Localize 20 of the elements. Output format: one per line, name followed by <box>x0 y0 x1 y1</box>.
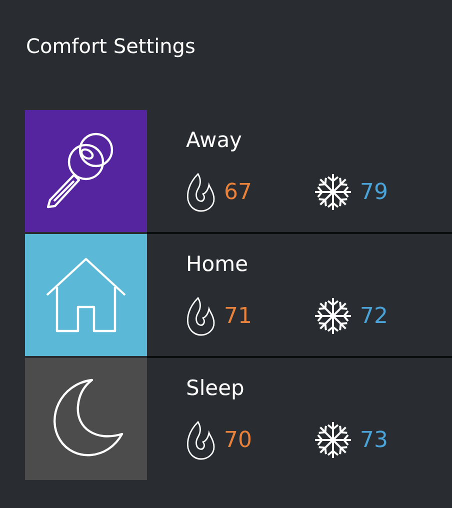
mode-tile[interactable] <box>25 110 147 232</box>
mode-name: Home <box>186 251 250 278</box>
mode-name: Sleep <box>186 375 246 402</box>
mode-tile[interactable] <box>25 358 147 480</box>
mode-tile[interactable] <box>25 234 147 356</box>
snowflake-icon <box>314 421 352 459</box>
flame-icon <box>186 296 216 336</box>
page-title: Comfort Settings <box>25 33 196 60</box>
heat-setpoint: 70 <box>224 428 252 452</box>
house-icon <box>45 257 127 333</box>
snowflake-icon <box>314 173 352 211</box>
heat-setpoint: 71 <box>224 304 252 328</box>
cool-setpoint: 73 <box>360 428 388 452</box>
heat-setpoint: 67 <box>224 180 252 204</box>
snowflake-icon <box>314 297 352 335</box>
mode-name: Away <box>186 127 243 154</box>
flame-icon <box>186 172 216 212</box>
cool-setpoint: 72 <box>360 304 388 328</box>
cool-setpoint: 79 <box>360 180 388 204</box>
flame-icon <box>186 420 216 460</box>
